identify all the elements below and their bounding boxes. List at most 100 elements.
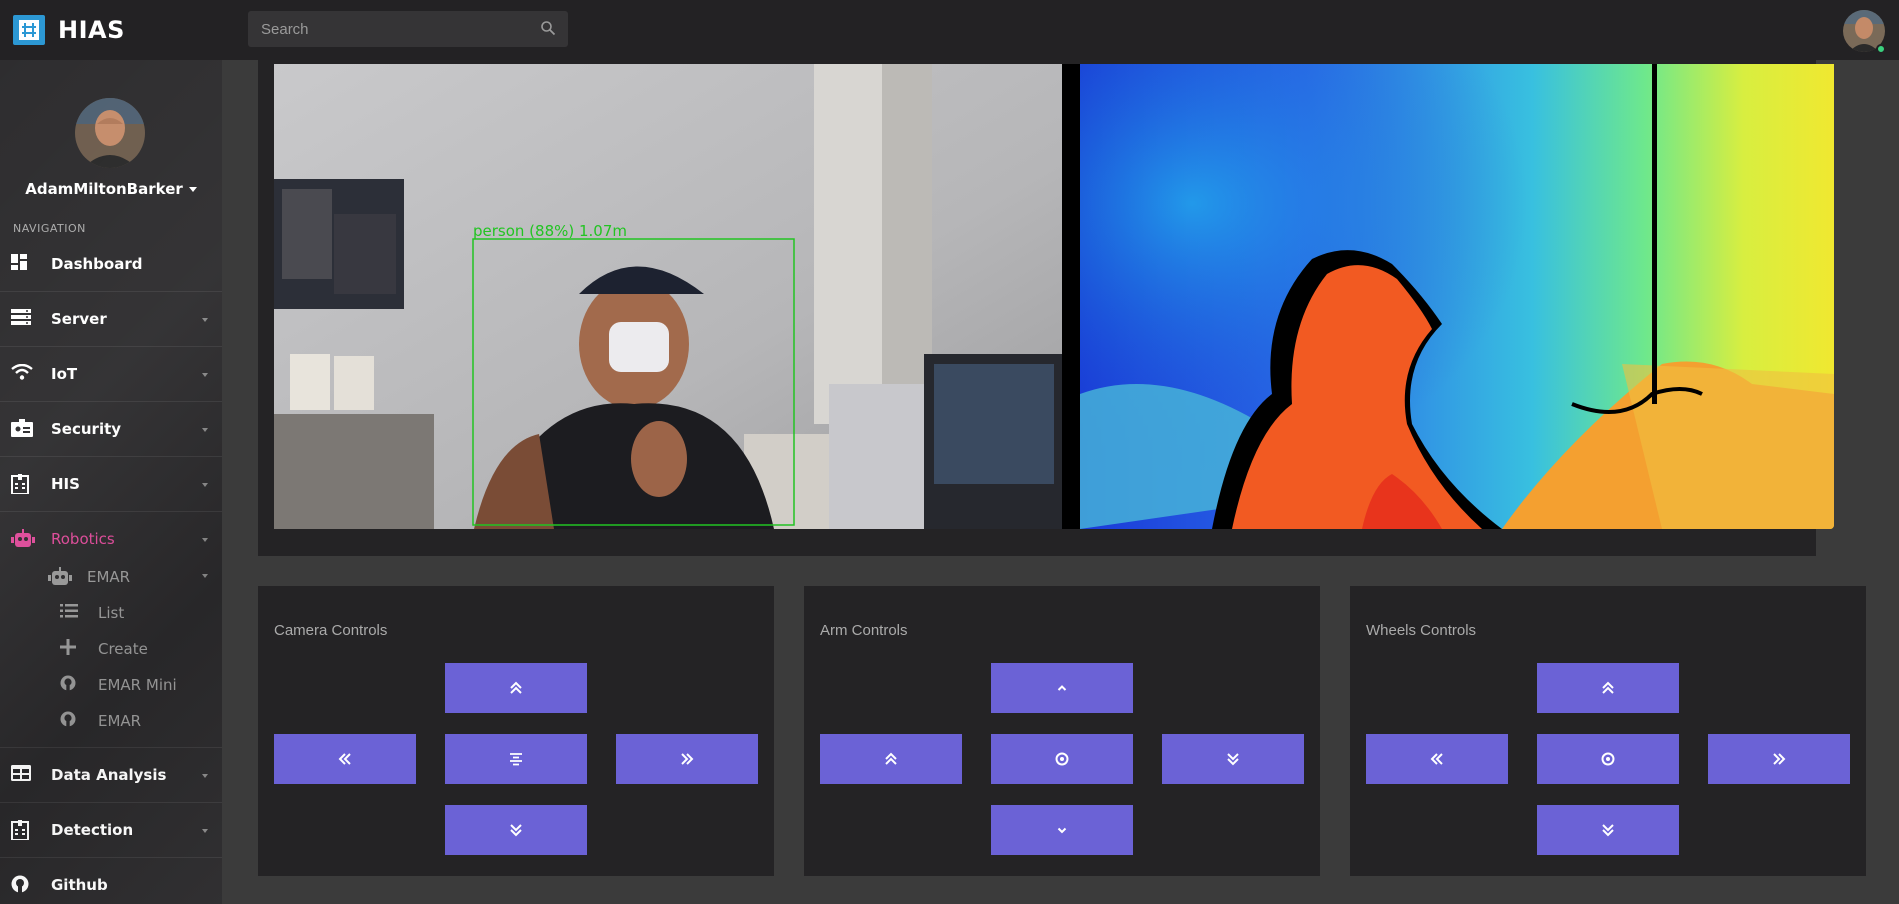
sidebar-item-label: HIS [51, 475, 80, 493]
nav-header: NAVIGATION [13, 222, 86, 235]
sidebar-subitem-create[interactable]: Create [0, 629, 222, 665]
double-chevron-left-icon [338, 753, 351, 765]
wifi-icon [11, 363, 33, 384]
sidebar-subitem-emar-mini[interactable]: EMAR Mini [0, 665, 222, 701]
panel-title: Wheels Controls [1366, 622, 1477, 639]
depth-camera-feed [1062, 64, 1834, 529]
chevron-down-icon [1057, 827, 1067, 834]
arm-raise-button[interactable] [820, 734, 962, 784]
arm-up-button[interactable] [991, 663, 1133, 713]
camera-center-button[interactable] [445, 734, 587, 784]
sidebar-item-server[interactable]: Server [0, 292, 222, 347]
sidebar-item-label: Github [51, 876, 108, 894]
chevron-down-icon [202, 318, 208, 322]
github-icon [11, 875, 33, 895]
list-icon [60, 603, 80, 621]
plus-icon [60, 639, 80, 657]
search-box[interactable] [248, 11, 568, 47]
chevron-up-icon [1057, 685, 1067, 691]
double-chevron-right-icon [1773, 753, 1786, 765]
chevron-down-icon [202, 373, 208, 377]
arm-controls-panel: Arm Controls [804, 586, 1320, 876]
camera-pan-left-button[interactable] [274, 734, 416, 784]
double-chevron-right-icon [681, 753, 694, 765]
camera-tilt-down-button[interactable] [445, 805, 587, 855]
chevron-down-icon [202, 483, 208, 487]
sidebar-item-his[interactable]: HIS [0, 457, 222, 512]
hospital-icon [11, 474, 33, 495]
sidebar-item-label: Security [51, 420, 122, 438]
sidebar-subitem-emar[interactable]: EMAR [0, 701, 222, 737]
wheels-left-button[interactable] [1366, 734, 1508, 784]
wheels-right-button[interactable] [1708, 734, 1850, 784]
sidebar-subitem-label: Create [98, 640, 148, 658]
sidebar-item-label: IoT [51, 365, 78, 383]
sidebar-item-label: Dashboard [51, 255, 143, 273]
chevron-down-icon [202, 829, 208, 833]
chevron-down-icon [188, 187, 197, 192]
main-content: person (88%) 1.07m Camera Controls Arm C… [222, 60, 1899, 904]
rgb-camera-feed: person (88%) 1.07m [274, 64, 1062, 529]
chevron-down-icon [202, 538, 208, 542]
camera-controls-panel: Camera Controls [258, 586, 774, 876]
brand-name[interactable]: HIAS [58, 16, 125, 44]
github-icon [60, 711, 80, 729]
robot-icon [48, 567, 72, 585]
arm-down-button[interactable] [991, 805, 1133, 855]
camera-feed-panel: person (88%) 1.07m [258, 60, 1834, 556]
sidebar-subitem-list[interactable]: List [0, 593, 222, 629]
chevron-down-icon [202, 574, 208, 578]
sidebar-subitem-label: EMAR [98, 712, 142, 730]
double-chevron-up-icon [885, 752, 897, 765]
hias-logo-icon[interactable] [13, 15, 45, 45]
wheels-controls-panel: Wheels Controls [1350, 586, 1866, 876]
panel-title: Arm Controls [820, 622, 908, 639]
sidebar-item-security[interactable]: Security [0, 402, 222, 457]
sidebar-avatar[interactable] [75, 98, 145, 168]
double-chevron-up-icon [1602, 681, 1614, 694]
online-status-badge [1876, 44, 1886, 54]
wheels-backward-button[interactable] [1537, 805, 1679, 855]
sidebar-item-github[interactable]: Github [0, 858, 222, 904]
stop-circle-icon [1601, 752, 1615, 766]
sidebar-subgroup-label: EMAR [87, 568, 131, 586]
panel-title: Camera Controls [274, 622, 388, 639]
sidebar-item-dashboard[interactable]: Dashboard [0, 237, 222, 292]
double-chevron-left-icon [1430, 753, 1443, 765]
sidebar-item-detection[interactable]: Detection [0, 803, 222, 858]
stop-circle-icon [1055, 752, 1069, 766]
double-chevron-up-icon [510, 681, 522, 694]
robot-icon [11, 529, 35, 549]
wheels-stop-button[interactable] [1537, 734, 1679, 784]
sidebar-subitem-label: List [98, 604, 125, 622]
sidebar-subitem-label: EMAR Mini [98, 676, 177, 694]
search-icon[interactable] [540, 20, 556, 40]
wheels-forward-button[interactable] [1537, 663, 1679, 713]
sidebar-item-data-analysis[interactable]: Data Analysis [0, 748, 222, 803]
table-icon [11, 765, 33, 785]
double-chevron-down-icon [510, 824, 522, 837]
arm-stop-button[interactable] [991, 734, 1133, 784]
sidebar-username[interactable]: AdamMiltonBarker [0, 180, 222, 198]
camera-pan-right-button[interactable] [616, 734, 758, 784]
sidebar-subgroup-emar[interactable]: EMAR [0, 557, 222, 593]
sidebar: AdamMiltonBarker NAVIGATION Dashboard Se… [0, 60, 222, 904]
sidebar-item-label: Robotics [51, 530, 115, 548]
chevron-down-icon [202, 774, 208, 778]
server-icon [11, 309, 33, 329]
sidebar-item-label: Data Analysis [51, 766, 167, 784]
building-icon [11, 820, 33, 841]
sidebar-item-robotics[interactable]: Robotics [0, 512, 222, 559]
camera-tilt-up-button[interactable] [445, 663, 587, 713]
arm-lower-button[interactable] [1162, 734, 1304, 784]
double-chevron-down-icon [1602, 824, 1614, 837]
sidebar-item-label: Detection [51, 821, 134, 839]
sidebar-item-iot[interactable]: IoT [0, 347, 222, 402]
github-icon [60, 675, 80, 693]
sidebar-item-label: Server [51, 310, 107, 328]
detection-label: person (88%) 1.07m [473, 222, 627, 240]
username-label: AdamMiltonBarker [25, 180, 183, 198]
search-input[interactable] [248, 11, 528, 47]
id-badge-icon [11, 419, 33, 439]
top-bar: HIAS [0, 0, 1899, 60]
